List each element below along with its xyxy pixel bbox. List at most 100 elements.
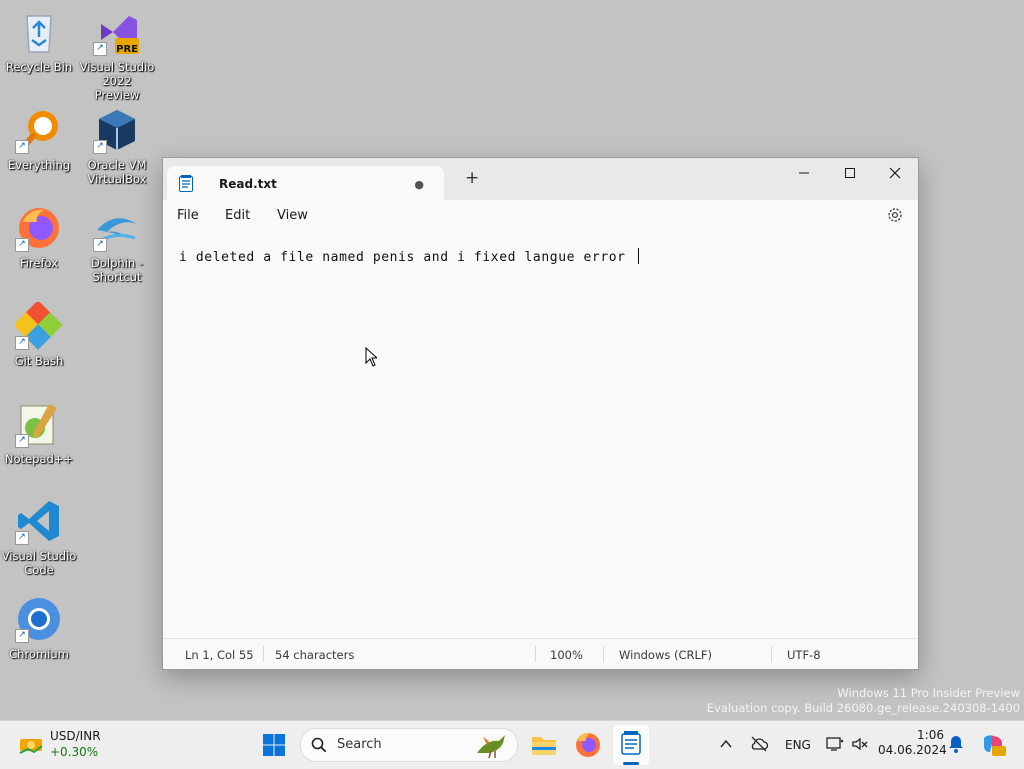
shortcut-arrow-icon: ↗: [15, 336, 29, 350]
close-icon: [889, 167, 901, 179]
tab-title: Read.txt: [219, 177, 277, 191]
widgets-button[interactable]: USD/INR +0.30%: [16, 729, 126, 761]
everything-search-icon: ↗: [15, 106, 63, 154]
status-zoom[interactable]: 100%: [550, 648, 583, 662]
desktop-icon-notepadpp[interactable]: ↗ Notepad++: [1, 400, 77, 466]
status-line-ending[interactable]: Windows (CRLF): [619, 648, 712, 662]
unsaved-indicator[interactable]: ●: [414, 178, 424, 191]
menu-view[interactable]: View: [277, 208, 308, 223]
settings-gear-icon[interactable]: [886, 206, 904, 224]
shortcut-arrow-icon: ↗: [15, 238, 29, 252]
windows-watermark: Windows 11 Pro Insider Preview Evaluatio…: [707, 686, 1020, 716]
notepad-window: Read.txt ● + File Edit View i deleted a …: [162, 157, 919, 670]
editor-content: i deleted a file named penis and i fixed…: [179, 250, 635, 265]
desktop-icon-label: Visual Studio 2022 Preview: [79, 60, 155, 102]
menu-file[interactable]: File: [177, 208, 199, 223]
mouse-pointer-icon: [365, 347, 377, 367]
minimize-icon: [799, 172, 809, 174]
shortcut-arrow-icon: ↗: [15, 434, 29, 448]
status-separator: [771, 646, 772, 662]
desktop-icon-label: Everything: [7, 158, 71, 172]
dolphin-icon: ↗: [93, 204, 141, 252]
network-icon[interactable]: [826, 736, 844, 752]
status-position[interactable]: Ln 1, Col 55: [185, 648, 254, 662]
git-bash-icon: ↗: [13, 300, 63, 350]
taskbar-notepad[interactable]: [613, 725, 649, 765]
clock-date: 04.06.2024: [878, 743, 947, 757]
desktop-icon-chromium[interactable]: ↗ Chromium: [1, 595, 77, 661]
status-encoding[interactable]: UTF-8: [787, 648, 821, 662]
taskbar: USD/INR +0.30% Search ENG 1:06 04.06.202…: [0, 720, 1024, 769]
tab-read-txt[interactable]: Read.txt ●: [167, 166, 444, 200]
desktop-icon-label: Chromium: [9, 647, 69, 661]
watermark-line: Windows 11 Pro Insider Preview: [837, 686, 1020, 700]
shortcut-arrow-icon: ↗: [15, 140, 29, 154]
desktop-icon-recycle-bin[interactable]: Recycle Bin: [1, 8, 77, 74]
new-tab-button[interactable]: +: [465, 170, 479, 187]
notepadpp-icon: ↗: [15, 400, 63, 448]
desktop-icon-everything[interactable]: ↗ Everything: [1, 106, 77, 172]
desktop-icon-label: Oracle VM VirtualBox: [87, 158, 147, 186]
chromium-icon: ↗: [15, 595, 63, 643]
visual-studio-preview-icon: PRE ↗: [93, 8, 141, 56]
notification-bell-icon[interactable]: [948, 735, 964, 753]
desktop-icon-virtualbox[interactable]: ↗ Oracle VM VirtualBox: [79, 106, 155, 186]
taskbar-search[interactable]: Search: [300, 728, 518, 762]
desktop-icon-visual-studio-preview[interactable]: PRE ↗ Visual Studio 2022 Preview: [79, 8, 155, 102]
maximize-button[interactable]: [827, 158, 873, 188]
status-separator: [603, 646, 604, 662]
status-separator: [535, 646, 536, 662]
firefox-icon: ↗: [15, 204, 63, 252]
search-highlight-bird-icon: [477, 735, 505, 759]
shortcut-arrow-icon: ↗: [15, 531, 29, 545]
copilot-icon[interactable]: [980, 732, 1006, 758]
taskbar-firefox[interactable]: [572, 729, 604, 761]
text-caret: [638, 248, 640, 264]
desktop-icon-label: Recycle Bin: [5, 60, 73, 74]
clock-time: 1:06: [917, 728, 944, 742]
start-button[interactable]: [262, 733, 286, 757]
search-placeholder: Search: [337, 737, 382, 752]
menu-edit[interactable]: Edit: [225, 208, 250, 223]
currency-widget-icon: [19, 739, 43, 754]
clock[interactable]: 1:06 04.06.2024: [878, 728, 947, 757]
minimize-button[interactable]: [781, 158, 827, 188]
title-bar[interactable]: Read.txt ● +: [163, 158, 918, 200]
notepad-icon: [621, 731, 641, 755]
shortcut-arrow-icon: ↗: [93, 42, 107, 56]
status-bar: Ln 1, Col 55 54 characters 100% Windows …: [163, 638, 918, 669]
cloud-offline-icon[interactable]: [750, 736, 768, 752]
watermark-line: Evaluation copy. Build 26080.ge_release.…: [706, 701, 1020, 715]
text-editor[interactable]: i deleted a file named penis and i fixed…: [179, 248, 640, 265]
taskbar-file-explorer[interactable]: [528, 729, 560, 761]
shortcut-arrow-icon: ↗: [15, 629, 29, 643]
shortcut-arrow-icon: ↗: [93, 238, 107, 252]
menu-bar: File Edit View: [163, 200, 918, 232]
language-indicator[interactable]: ENG: [785, 738, 811, 752]
speaker-muted-icon[interactable]: [851, 736, 869, 752]
desktop-icon-label: Firefox: [19, 256, 59, 270]
shortcut-arrow-icon: ↗: [93, 140, 107, 154]
status-characters: 54 characters: [275, 648, 355, 662]
desktop-icon-label: Git Bash: [14, 354, 64, 368]
widget-title: USD/INR: [50, 729, 101, 743]
desktop-icon-git-bash[interactable]: ↗ Git Bash: [1, 300, 77, 368]
folder-icon: [532, 737, 556, 755]
chevron-up-icon[interactable]: [720, 739, 732, 749]
close-button[interactable]: [872, 158, 918, 188]
widget-value: +0.30%: [50, 745, 99, 759]
search-icon: [311, 737, 327, 753]
notepad-doc-icon: [179, 175, 193, 192]
desktop-icon-vscode[interactable]: ↗ Visual Studio Code: [1, 497, 77, 577]
status-separator: [263, 646, 264, 662]
maximize-icon: [845, 168, 855, 178]
virtualbox-icon: ↗: [93, 106, 141, 154]
desktop-icon-label: Visual Studio Code: [1, 549, 77, 577]
desktop-icon-label: Dolphin - Shortcut: [91, 256, 143, 284]
desktop-icon-firefox[interactable]: ↗ Firefox: [1, 204, 77, 270]
desktop-icon-dolphin[interactable]: ↗ Dolphin - Shortcut: [79, 204, 155, 284]
desktop-icon-label: Notepad++: [4, 452, 74, 466]
active-app-indicator: [623, 762, 639, 765]
vscode-icon: ↗: [15, 497, 63, 545]
firefox-icon: [576, 732, 600, 757]
